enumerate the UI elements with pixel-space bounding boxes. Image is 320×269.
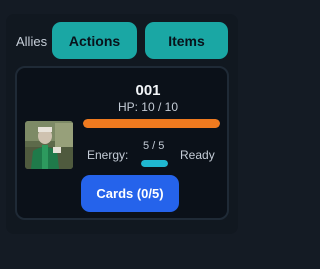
tab-items[interactable]: Items xyxy=(145,22,228,59)
hp-bar xyxy=(83,119,220,128)
cards-button[interactable]: Cards (0/5) xyxy=(81,175,179,212)
avatar-portrait-icon[interactable] xyxy=(25,121,73,169)
character-portrait-icon xyxy=(25,121,73,169)
energy-label: Energy: xyxy=(87,148,129,162)
unit-status: Ready xyxy=(180,148,215,162)
unit-card[interactable]: 001 HP: 10 / 10 Energy: 5 / 5 Ready Card… xyxy=(15,66,229,220)
energy-bar xyxy=(141,160,168,167)
unit-name: 001 xyxy=(135,82,161,99)
unit-hp-text: HP: 10 / 10 xyxy=(117,100,179,114)
energy-bar-fill xyxy=(141,160,168,167)
hp-bar-fill xyxy=(83,119,220,128)
tab-allies[interactable]: Allies xyxy=(16,34,47,49)
energy-value: 5 / 5 xyxy=(143,140,165,152)
tab-actions[interactable]: Actions xyxy=(52,22,137,59)
